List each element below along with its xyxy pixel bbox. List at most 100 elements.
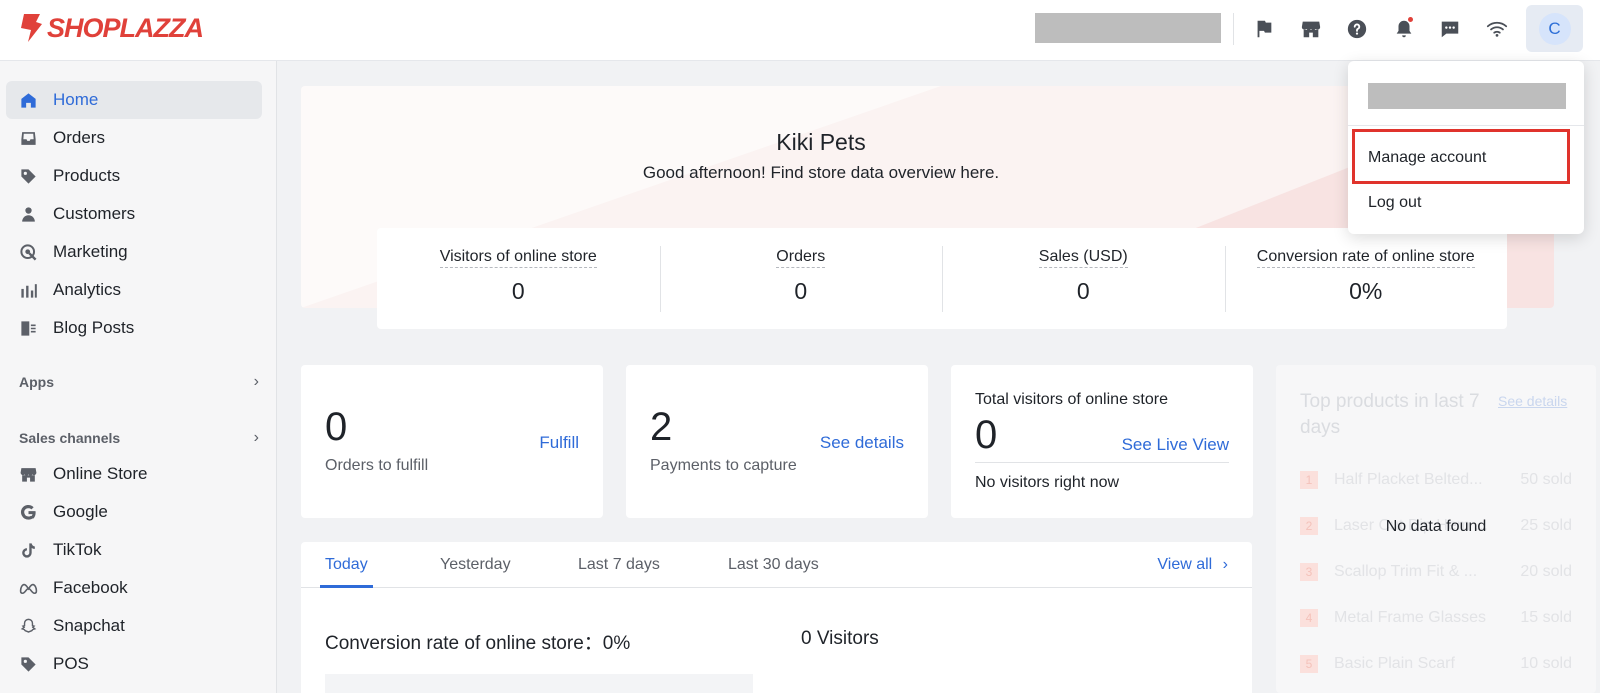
sidebar-item-analytics[interactable]: Analytics xyxy=(6,271,262,309)
sidebar-item-tiktok[interactable]: TikTok xyxy=(6,531,262,569)
tag-icon xyxy=(18,654,38,674)
home-icon xyxy=(18,90,38,110)
top-bar: SHOPLAZZA C xyxy=(0,0,1600,61)
tab-last-7-days[interactable]: Last 7 days xyxy=(578,556,660,588)
stat-value: 0 xyxy=(511,277,525,304)
redacted-store-field[interactable] xyxy=(1035,13,1221,43)
conversion-rate-label: Conversion rate of online store：0% xyxy=(325,633,631,654)
store-icon[interactable] xyxy=(1296,14,1326,44)
rank-badge: 3 xyxy=(1300,563,1318,581)
period-tabs: Today Yesterday Last 7 days Last 30 days… xyxy=(301,542,1252,588)
avatar: C xyxy=(1538,12,1571,45)
shoplazza-logo[interactable]: SHOPLAZZA xyxy=(18,12,204,44)
tab-last-30-days[interactable]: Last 30 days xyxy=(728,556,819,588)
no-data-message: No data found xyxy=(1385,518,1487,535)
sidebar-item-google[interactable]: Google xyxy=(6,493,262,531)
sidebar-item-label: Orders xyxy=(53,128,105,147)
sidebar-item-marketing[interactable]: Marketing xyxy=(6,233,262,271)
wifi-icon[interactable] xyxy=(1482,14,1512,44)
stat-title[interactable]: Visitors of online store xyxy=(439,248,597,268)
funnel-placeholder xyxy=(325,674,753,693)
sidebar-section-apps[interactable]: Apps › xyxy=(19,373,259,391)
payments-label: Payments to capture xyxy=(650,457,797,474)
sidebar-item-label: Products xyxy=(53,166,121,185)
top-products-see-details[interactable]: See details xyxy=(1498,393,1567,409)
sidebar-item-label: Facebook xyxy=(53,578,128,597)
product-name: Metal Frame Glasses xyxy=(1334,609,1487,626)
stat-sales: Sales (USD) 0 xyxy=(942,245,1225,312)
sidebar-item-blog-posts[interactable]: Blog Posts xyxy=(6,309,262,347)
store-name: Kiki Pets xyxy=(776,129,866,155)
chevron-right-icon: › xyxy=(1222,556,1228,573)
chat-icon[interactable] xyxy=(1435,14,1465,44)
stat-value: 0 xyxy=(794,277,808,304)
sidebar-item-pos[interactable]: POS xyxy=(6,645,262,683)
log-out-menu-item[interactable]: Log out xyxy=(1368,194,1421,212)
help-icon[interactable] xyxy=(1342,14,1372,44)
stat-value: 0% xyxy=(1349,277,1383,304)
fulfill-card: 0 Orders to fulfill Fulfill xyxy=(301,365,603,518)
chevron-right-icon: › xyxy=(253,429,259,446)
store-icon xyxy=(18,464,38,484)
view-all-link[interactable]: View all › xyxy=(1157,556,1228,574)
sidebar-item-facebook[interactable]: Facebook xyxy=(6,569,262,607)
list-item: 5 Basic Plain Scarf 10 sold xyxy=(1300,655,1572,673)
person-icon xyxy=(18,204,38,224)
see-details-link[interactable]: See details xyxy=(820,433,904,453)
total-visitors-count: 0 xyxy=(975,413,998,457)
sidebar-item-products[interactable]: Products xyxy=(6,157,262,195)
apps-label: Apps xyxy=(19,374,54,390)
rank-badge: 1 xyxy=(1300,471,1318,489)
blog-icon xyxy=(18,318,38,338)
total-visitors-title: Total visitors of online store xyxy=(975,391,1168,408)
sidebar-item-label: Home xyxy=(53,90,99,109)
see-live-view-link[interactable]: See Live View xyxy=(1122,435,1229,455)
fulfill-label: Orders to fulfill xyxy=(325,457,429,474)
sidebar: Home Orders Products Customers Marketing… xyxy=(0,61,277,693)
stats-panel: Visitors of online store 0 Orders 0 Sale… xyxy=(377,228,1507,329)
top-products-panel: Top products in last 7 days See details … xyxy=(1276,365,1596,693)
product-name: Basic Plain Scarf xyxy=(1334,655,1455,672)
sidebar-item-snapchat[interactable]: Snapchat xyxy=(6,607,262,645)
product-name: Scallop Trim Fit & ... xyxy=(1334,563,1478,580)
sidebar-item-customers[interactable]: Customers xyxy=(6,195,262,233)
sidebar-item-orders[interactable]: Orders xyxy=(6,119,262,157)
total-visitors-card: Total visitors of online store 0 See Liv… xyxy=(951,365,1253,518)
sales-channels-label: Sales channels xyxy=(19,430,121,446)
sidebar-section-sales-channels[interactable]: Sales channels › xyxy=(19,429,259,447)
chevron-right-icon: › xyxy=(253,373,259,390)
tab-yesterday[interactable]: Yesterday xyxy=(440,556,511,588)
product-name: Half Placket Belted... xyxy=(1334,471,1483,488)
tab-today[interactable]: Today xyxy=(320,556,373,588)
google-icon xyxy=(18,502,38,522)
logo-text: SHOPLAZZA xyxy=(47,12,204,43)
payments-card: 2 Payments to capture See details xyxy=(626,365,928,518)
sidebar-item-online-store[interactable]: Online Store xyxy=(6,455,262,493)
ghost-icon xyxy=(18,616,38,636)
visitors-label: 0 Visitors xyxy=(801,628,879,649)
stat-orders: Orders 0 xyxy=(659,245,943,312)
flag-icon[interactable] xyxy=(1249,14,1279,44)
sidebar-item-label: Online Store xyxy=(53,464,148,483)
stat-title[interactable]: Conversion rate of online store xyxy=(1256,248,1475,268)
logo-mark-icon xyxy=(21,14,42,42)
rank-badge: 4 xyxy=(1300,609,1318,627)
tag-icon xyxy=(18,166,38,186)
list-item: 1 Half Placket Belted... 50 sold xyxy=(1300,471,1572,489)
sidebar-item-label: Analytics xyxy=(53,280,122,299)
list-item: 4 Metal Frame Glasses 15 sold xyxy=(1300,609,1572,627)
highlight-box xyxy=(1352,129,1570,184)
greeting-text: Good afternoon! Find store data overview… xyxy=(642,163,1000,182)
list-item: 3 Scallop Trim Fit & ... 20 sold xyxy=(1300,563,1572,581)
top-products-title: Top products in last 7 days xyxy=(1300,391,1480,438)
fulfill-link[interactable]: Fulfill xyxy=(539,433,579,453)
sidebar-item-label: Snapchat xyxy=(53,616,125,635)
sidebar-item-home[interactable]: Home xyxy=(6,81,262,119)
notification-dot xyxy=(1408,17,1413,22)
sidebar-item-label: POS xyxy=(53,654,89,673)
stat-title[interactable]: Sales (USD) xyxy=(1038,248,1128,268)
stat-title[interactable]: Orders xyxy=(776,248,826,268)
sidebar-item-label: Google xyxy=(53,502,108,521)
account-menu-button[interactable]: C xyxy=(1526,5,1583,52)
bell-icon[interactable] xyxy=(1389,14,1419,44)
